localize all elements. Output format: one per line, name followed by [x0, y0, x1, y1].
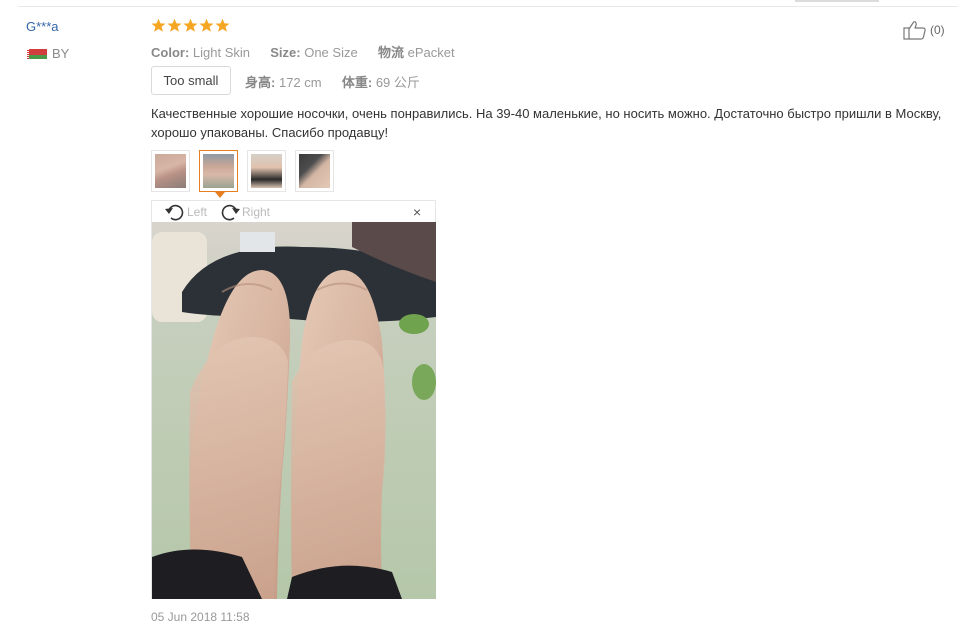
body-attributes: 身高: 172 cm 体重: 69 公斤 — [245, 72, 420, 91]
review-date: 05 Jun 2018 11:58 — [151, 610, 250, 624]
shipping-label: 物流 — [377, 45, 404, 60]
weight-label: 体重: — [341, 75, 373, 90]
photo-thumbnail-active[interactable] — [199, 150, 238, 192]
sku-attributes: Color: Light Skin Size: One Size 物流 ePac… — [151, 42, 455, 61]
shipping-value: ePacket — [407, 45, 455, 60]
review-text: Качественные хорошие носочки, очень понр… — [151, 106, 942, 140]
divider — [18, 6, 958, 7]
weight-value: 69 公斤 — [375, 75, 420, 90]
photo-thumbnail[interactable] — [247, 150, 286, 192]
rotate-left-icon — [165, 204, 184, 221]
star-icon — [183, 18, 198, 32]
photo-thumbnail[interactable] — [151, 150, 190, 192]
close-viewer-button[interactable]: × — [413, 204, 421, 220]
rotate-right-label: Right — [242, 205, 271, 219]
rotate-right-button[interactable]: Right — [219, 202, 270, 222]
rotate-left-label: Left — [187, 205, 208, 219]
color-label: Color: — [151, 45, 190, 60]
star-icon — [167, 18, 182, 32]
top-strip — [795, 0, 879, 2]
rotate-right-icon — [221, 204, 240, 221]
star-icon — [215, 18, 230, 32]
photo-thumbnail[interactable] — [295, 150, 334, 192]
color-value: Light Skin — [192, 45, 250, 60]
size-value: One Size — [304, 45, 358, 60]
belarus-flag-icon — [27, 49, 47, 59]
star-icon — [199, 18, 214, 32]
height-value: 172 cm — [278, 75, 322, 90]
helpful-button[interactable]: (0) — [903, 20, 945, 40]
rotate-left-button[interactable]: Left — [164, 202, 207, 222]
photo-viewer: Left Right × — [151, 200, 436, 599]
size-label: Size: — [270, 45, 301, 60]
height-label: 身高: — [245, 75, 276, 90]
thumbs-up-icon — [903, 21, 926, 40]
star-rating — [151, 18, 230, 33]
review-photo-image — [152, 222, 436, 599]
active-thumb-pointer — [215, 192, 225, 198]
review-photo — [152, 222, 436, 599]
fit-badge: Too small — [151, 66, 231, 95]
reviewer-name[interactable]: G***a — [26, 19, 59, 34]
helpful-count: (0) — [930, 23, 945, 37]
star-icon — [151, 18, 166, 32]
viewer-toolbar: Left Right × — [152, 201, 435, 222]
photo-thumbnails — [151, 150, 334, 192]
reviewer-country: BY — [52, 46, 70, 61]
